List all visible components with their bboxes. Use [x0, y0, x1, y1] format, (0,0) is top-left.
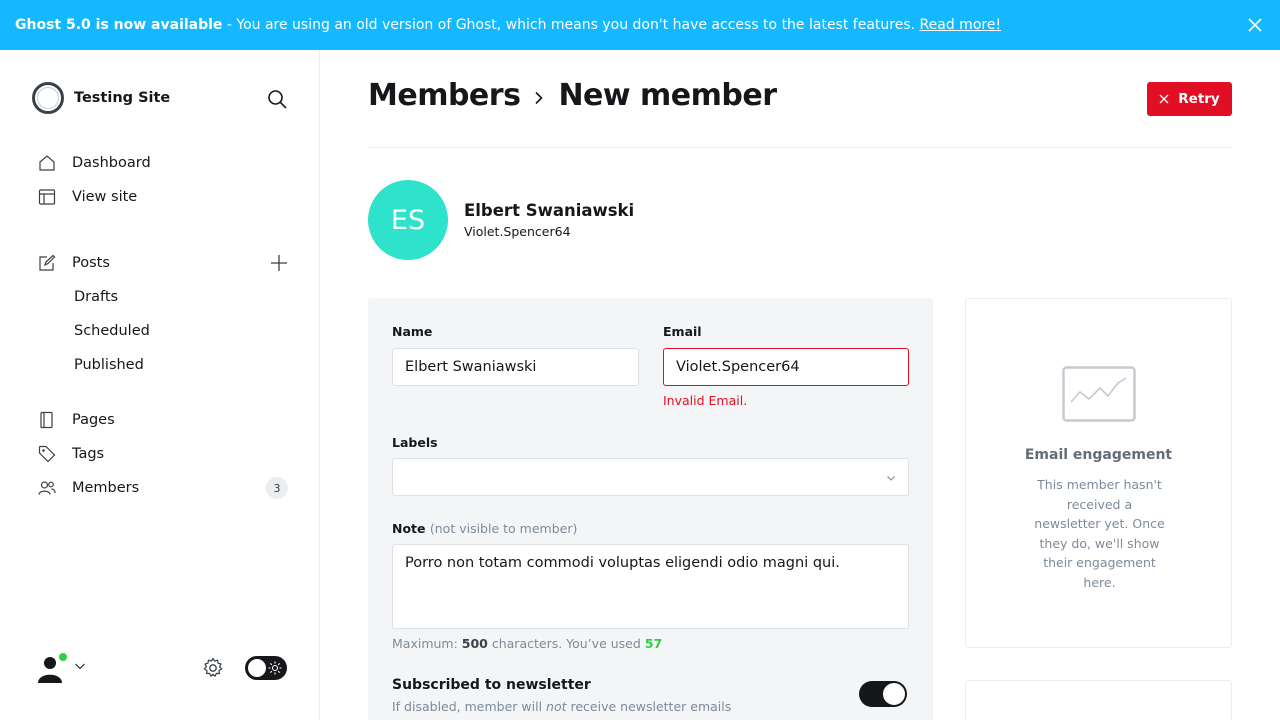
- user-avatar[interactable]: [32, 650, 68, 686]
- banner-text: Ghost 5.0 is now available - You are usi…: [15, 17, 1002, 33]
- engagement-text: This member hasn't received a newsletter…: [1034, 477, 1165, 590]
- chevron-down-icon[interactable]: [74, 660, 86, 672]
- email-engagement-card: Email engagement This member hasn't rece…: [965, 298, 1232, 648]
- sidebar-item-view-site[interactable]: View site: [38, 180, 298, 214]
- nav-more: Pages Tags Members 3: [38, 403, 298, 505]
- read-more-link[interactable]: Read more!: [920, 17, 1002, 33]
- plus-icon[interactable]: [270, 254, 288, 272]
- sidebar-item-label: Posts: [72, 255, 110, 271]
- layout-icon: [38, 189, 56, 205]
- online-status-dot: [58, 652, 68, 662]
- sidebar-item-label: View site: [72, 189, 138, 205]
- home-icon: [39, 155, 55, 171]
- member-header: ES Elbert Swaniawski Violet.Spencer64: [368, 180, 634, 260]
- sidebar-item-published[interactable]: Published: [38, 348, 298, 382]
- member-form: Name Elbert Swaniawski Email Violet.Spen…: [368, 298, 933, 720]
- member-avatar: ES: [368, 180, 448, 260]
- member-email: Violet.Spencer64: [464, 224, 571, 239]
- labels-select[interactable]: [392, 458, 909, 496]
- member-identity: Elbert Swaniawski Violet.Spencer64: [464, 201, 634, 239]
- note-label: Note (not visible to member): [392, 521, 578, 536]
- sidebar-item-members[interactable]: Members 3: [38, 471, 298, 505]
- page-header: Members New member: [368, 78, 777, 113]
- page-title: New member: [558, 78, 777, 113]
- sidebar-footer: [32, 650, 288, 686]
- note-textarea[interactable]: Porro non totam commodi voluptas eligend…: [392, 544, 909, 629]
- close-icon: [1159, 94, 1169, 104]
- close-icon[interactable]: [1246, 16, 1264, 34]
- email-field[interactable]: Violet.Spencer64: [663, 348, 909, 386]
- engagement-title: Email engagement: [1024, 447, 1173, 463]
- upgrade-banner: Ghost 5.0 is now available - You are usi…: [0, 0, 1280, 50]
- name-label: Name: [392, 324, 433, 339]
- members-count-badge: 3: [266, 477, 288, 499]
- sidebar-item-scheduled[interactable]: Scheduled: [38, 314, 298, 348]
- sidebar-item-tags[interactable]: Tags: [38, 437, 298, 471]
- retry-button[interactable]: Retry: [1147, 82, 1232, 116]
- email-error: Invalid Email.: [663, 393, 748, 408]
- chevron-right-icon: [535, 91, 544, 104]
- page-icon: [40, 411, 53, 429]
- sidebar-item-label: Pages: [72, 412, 115, 428]
- sidebar-item-label: Dashboard: [72, 155, 151, 171]
- retry-label: Retry: [1178, 91, 1220, 107]
- site-header[interactable]: Testing Site: [32, 82, 170, 114]
- sidebar-item-label: Members: [72, 480, 140, 496]
- note-hint: (not visible to member): [429, 521, 578, 536]
- header-divider: [368, 147, 1232, 148]
- sidebar-item-label: Tags: [72, 446, 105, 462]
- chevron-down-icon: [887, 476, 895, 481]
- nav-main: Dashboard View site: [38, 146, 298, 214]
- labels-label: Labels: [392, 435, 438, 450]
- theme-toggle[interactable]: [245, 656, 287, 680]
- newsletter-toggle[interactable]: [859, 681, 907, 707]
- tag-icon: [38, 445, 56, 463]
- toggle-knob: [248, 659, 266, 677]
- site-name: Testing Site: [74, 90, 171, 106]
- toggle-knob: [883, 683, 905, 705]
- secondary-card: [965, 680, 1232, 720]
- chart-icon: [1062, 366, 1136, 422]
- gear-icon[interactable]: [202, 657, 224, 679]
- name-field[interactable]: Elbert Swaniawski: [392, 348, 639, 386]
- breadcrumb-members[interactable]: Members: [368, 78, 521, 113]
- sidebar-item-dashboard[interactable]: Dashboard: [38, 146, 298, 180]
- sidebar-item-pages[interactable]: Pages: [38, 403, 298, 437]
- note-counter: Maximum: 500 characters. You’ve used 57: [392, 636, 663, 651]
- member-name: Elbert Swaniawski: [464, 201, 635, 220]
- newsletter-title: Subscribed to newsletter: [392, 677, 591, 693]
- sidebar-item-drafts[interactable]: Drafts: [38, 280, 298, 314]
- nav-posts: Posts Drafts Scheduled Published: [38, 246, 298, 382]
- email-label: Email: [663, 324, 702, 339]
- sun-icon: [268, 661, 282, 675]
- sidebar-item-posts[interactable]: Posts: [38, 246, 298, 280]
- newsletter-help: If disabled, member will not receive new…: [392, 699, 732, 714]
- site-logo: [32, 82, 64, 114]
- search-icon[interactable]: [266, 88, 288, 110]
- sidebar: Testing Site Dashboard View site Posts D…: [0, 50, 320, 720]
- members-icon: [38, 481, 56, 495]
- main-content: Members New member Retry ES Elbert Swani…: [368, 50, 1232, 720]
- edit-icon: [39, 254, 56, 271]
